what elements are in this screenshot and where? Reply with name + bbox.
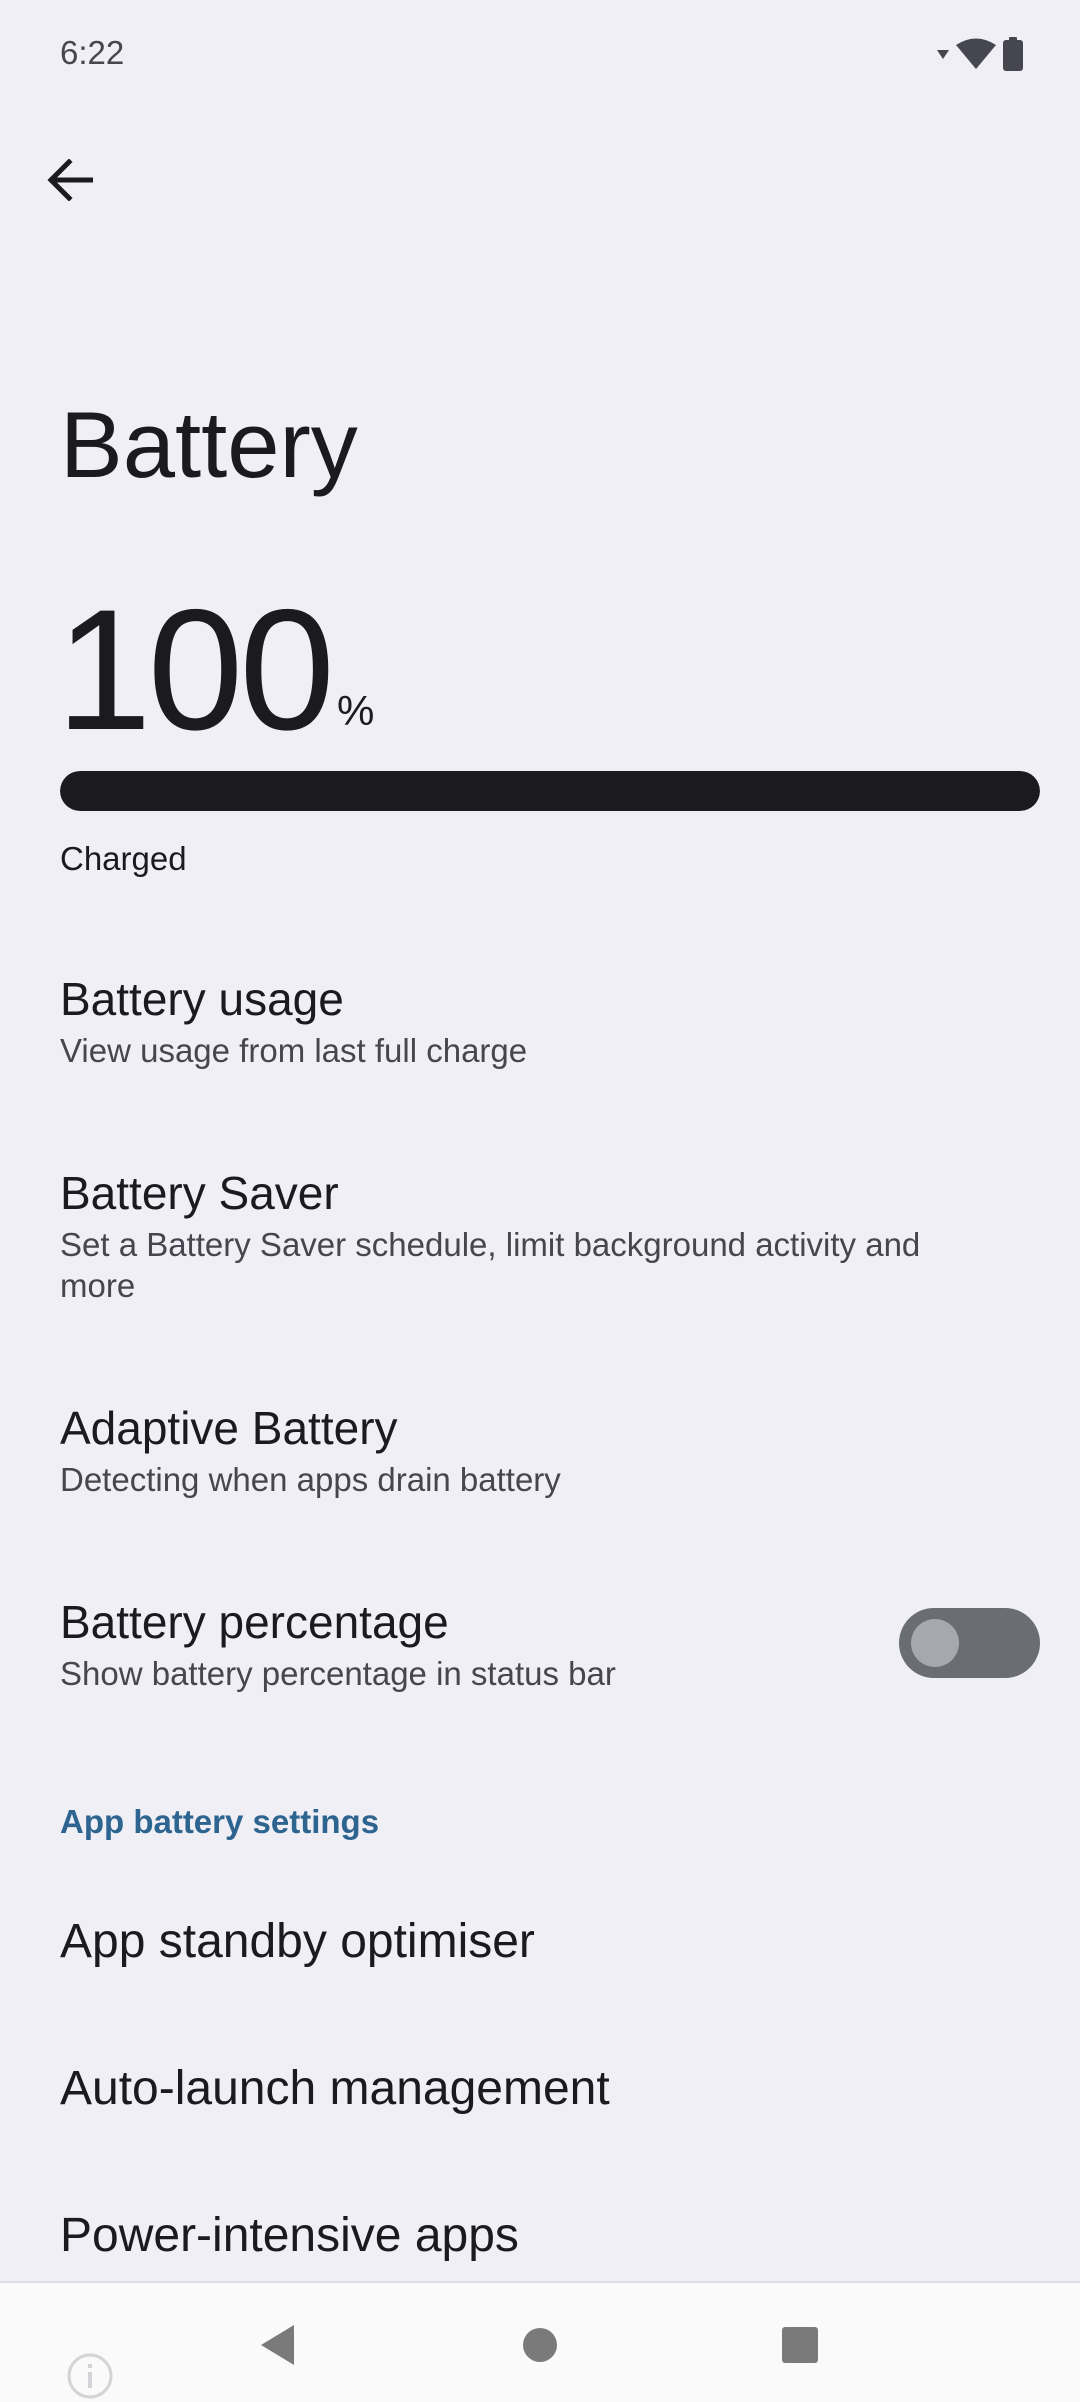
- status-icons: [936, 34, 1024, 74]
- auto-launch-management-item[interactable]: Auto-launch management: [60, 2059, 610, 2119]
- wifi-icon: [956, 38, 996, 69]
- status-bar: 6:22: [0, 0, 1080, 110]
- pref-summary: Set a Battery Saver schedule, limit back…: [60, 1226, 921, 1304]
- battery-progress-bar: [60, 771, 1040, 811]
- pref-title: Battery Saver: [60, 1167, 339, 1219]
- app-standby-optimiser-item[interactable]: App standby optimiser: [60, 1912, 535, 1972]
- page-title: Battery: [60, 392, 358, 497]
- battery-usage-item[interactable]: Battery usage View usage from last full …: [60, 970, 980, 1071]
- back-button[interactable]: [30, 140, 110, 220]
- nav-recents-button[interactable]: [760, 2305, 840, 2385]
- info-icon: [66, 2352, 114, 2400]
- battery-level: 100 %: [56, 574, 375, 766]
- battery-icon: [1003, 37, 1023, 71]
- charge-status: Charged: [60, 840, 187, 877]
- nav-back-button[interactable]: [238, 2305, 318, 2385]
- back-triangle-icon: [261, 2325, 294, 2365]
- nav-home-button[interactable]: [500, 2305, 580, 2385]
- pref-title: Adaptive Battery: [60, 1402, 398, 1454]
- battery-saver-item[interactable]: Battery Saver Set a Battery Saver schedu…: [60, 1164, 980, 1306]
- pref-summary: Detecting when apps drain battery: [60, 1461, 561, 1498]
- toggle-thumb: [911, 1619, 959, 1667]
- home-circle-icon: [523, 2328, 557, 2362]
- power-intensive-apps-item[interactable]: Power-intensive apps: [60, 2206, 519, 2266]
- signal-icon: [937, 50, 949, 59]
- battery-percentage-value: 100: [56, 574, 335, 766]
- battery-percentage-unit: %: [336, 687, 375, 734]
- adaptive-battery-item[interactable]: Adaptive Battery Detecting when apps dra…: [60, 1399, 980, 1500]
- arrow-back-icon: [47, 159, 93, 201]
- app-battery-settings-header: App battery settings: [60, 1803, 380, 1840]
- pref-summary: Show battery percentage in status bar: [60, 1655, 616, 1692]
- battery-percentage-item[interactable]: Battery percentage Show battery percenta…: [60, 1593, 860, 1694]
- navigation-bar: [0, 2281, 1080, 2402]
- pref-title: Battery usage: [60, 973, 344, 1025]
- pref-title: Battery percentage: [60, 1596, 449, 1648]
- pref-summary: View usage from last full charge: [60, 1032, 528, 1069]
- recents-square-icon: [782, 2327, 818, 2363]
- battery-percentage-toggle[interactable]: [899, 1608, 1040, 1678]
- battery-progress-fill: [60, 771, 1040, 811]
- status-time: 6:22: [60, 34, 125, 71]
